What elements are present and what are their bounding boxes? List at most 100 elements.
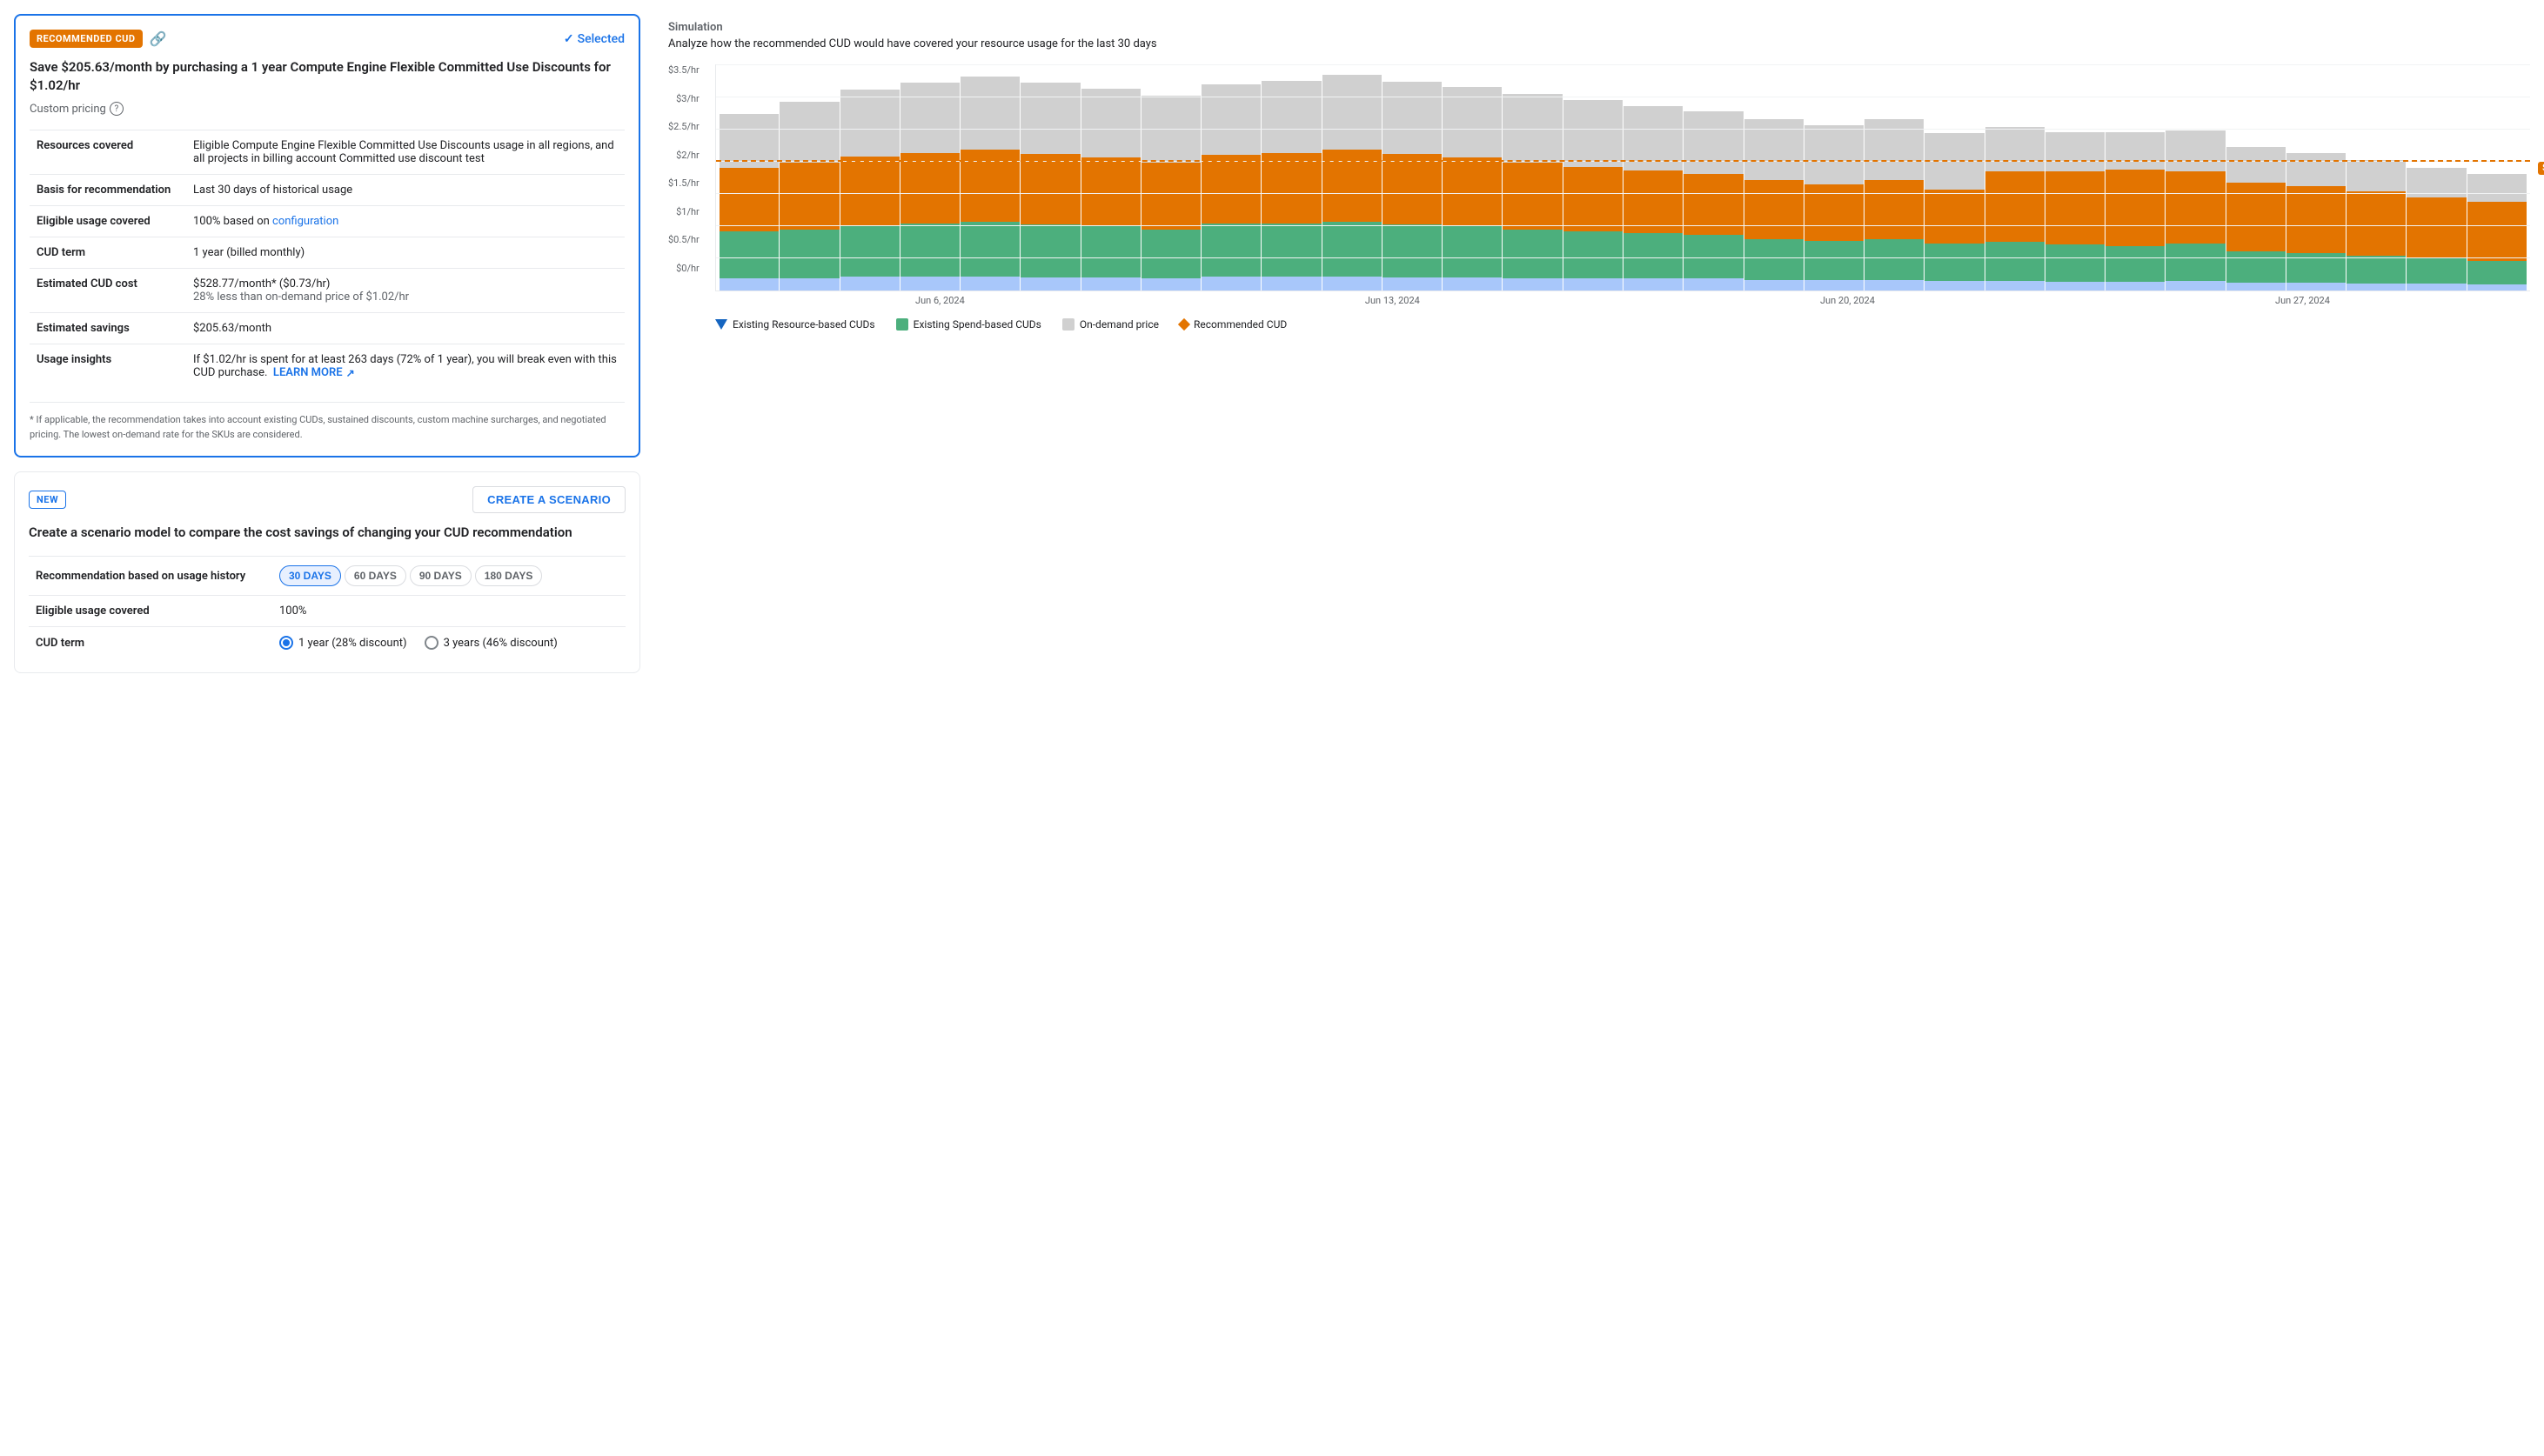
bar-blue [900,277,960,291]
bar-blue [2467,284,2527,291]
radio-3year[interactable]: 3 years (46% discount) [425,636,558,650]
bar-group [2105,132,2165,291]
custom-pricing: Custom pricing ? [30,102,625,116]
legend-color-green [896,318,908,331]
legend-diamond-icon [1178,318,1190,331]
create-scenario-button[interactable]: CREATE A SCENARIO [472,486,626,513]
bar-gray [1744,119,1804,180]
simulation-title: Simulation [668,21,2530,34]
scenario-header: NEW CREATE A SCENARIO [29,486,626,513]
bar-group [1382,82,1442,291]
help-icon[interactable]: ? [110,102,124,116]
day-tab-180[interactable]: 180 DAYS [475,565,543,586]
legend-triangle-icon [715,319,727,330]
y-label: $0.5/hr [668,234,700,245]
bar-blue [1081,277,1141,291]
left-panel: RECOMMENDED CUD 🔗 ✓ Selected Save $205.6… [14,14,640,1442]
bar-orange [961,150,1020,222]
legend-resource-cud: Existing Resource-based CUDs [715,318,875,331]
day-tab-30[interactable]: 30 DAYS [279,565,341,586]
radio-1year[interactable]: 1 year (28% discount) [279,636,407,650]
x-axis: Jun 6, 2024 Jun 13, 2024 Jun 20, 2024 Ju… [715,295,2530,306]
chart-price-label: $1.5/hr [2538,162,2544,175]
legend-ondemand: On-demand price [1062,318,1159,331]
bar-orange [2467,202,2527,261]
bar-green [1443,226,1502,277]
bar-gray [2347,160,2406,191]
day-tab-60[interactable]: 60 DAYS [345,565,406,586]
bar-gray [1623,106,1683,170]
checkmark-icon: ✓ [564,32,574,46]
bar-group [1985,127,2045,291]
y-axis: $3.5/hr $3/hr $2.5/hr $2/hr $1.5/hr $1/h… [668,64,705,274]
x-label: Jun 20, 2024 [1820,295,1875,306]
bar-orange [1322,150,1382,222]
row-label: Eligible usage covered [30,206,186,237]
bar-gray [1503,94,1562,163]
bar-green [1141,230,1201,278]
bar-group [1925,133,1984,291]
bar-group [1804,125,1864,291]
bar-blue [1985,281,2045,291]
bar-orange [2105,170,2165,246]
row-label: Basis for recommendation [30,175,186,206]
bar-orange [780,163,839,230]
y-label: $1/hr [676,206,700,217]
bar-orange [1503,163,1562,230]
bar-orange [1141,163,1201,230]
bar-group [840,90,900,291]
scenario-row-usage-history: Recommendation based on usage history 30… [29,557,626,596]
chart-area: $1.5/hr [715,64,2530,291]
bar-group [1141,96,1201,291]
bar-blue [1744,280,1804,291]
bar-group [1021,83,1080,291]
bar-gray [1262,81,1321,153]
bar-green [1804,241,1864,280]
bar-blue [2105,282,2165,291]
row-value: Last 30 days of historical usage [186,175,625,206]
bar-green [1021,224,1080,277]
bar-orange [1382,154,1442,224]
bar-orange [1623,170,1683,233]
legend-color-gray [1062,318,1075,331]
row-label: Usage insights [30,344,186,389]
recommendation-card: RECOMMENDED CUD 🔗 ✓ Selected Save $205.6… [14,14,640,458]
day-tab-90[interactable]: 90 DAYS [410,565,472,586]
bar-group [1864,119,1924,291]
bar-group [1443,87,1502,291]
bar-gray [1141,96,1201,163]
radio-circle-1year [279,636,293,650]
bar-orange [840,157,900,225]
bar-green [720,231,779,278]
configuration-link[interactable]: configuration [272,215,338,228]
row-label: Estimated CUD cost [30,269,186,313]
save-title: Save $205.63/month by purchasing a 1 yea… [30,58,625,95]
bar-group [1563,100,1623,291]
scenario-title: Create a scenario model to compare the c… [29,524,626,542]
bar-orange [1021,154,1080,224]
bar-blue [961,277,1020,291]
bar-gray [1804,125,1864,184]
bar-green [961,222,1020,277]
scenario-row-cud-term: CUD term 1 year (28% discount) 3 years (… [29,627,626,659]
learn-more-link[interactable]: LEARN MORE ↗ [273,366,355,379]
bar-green [900,224,960,277]
row-value: Eligible Compute Engine Flexible Committ… [186,130,625,175]
details-table: Resources covered Eligible Compute Engin… [30,130,625,388]
chart-container: $3.5/hr $3/hr $2.5/hr $2/hr $1.5/hr $1/h… [668,64,2530,331]
new-badge: NEW [29,491,66,509]
bar-blue [1563,278,1623,291]
bar-green [1684,235,1743,278]
bar-blue [1804,280,1864,291]
bar-orange [1684,174,1743,235]
bar-orange [1804,184,1864,241]
bar-gray [1081,89,1141,157]
bar-gray [2407,168,2466,197]
bar-green [1744,239,1804,280]
bar-orange [2045,171,2105,244]
bar-gray [900,83,960,153]
row-value: $528.77/month* ($0.73/hr) 28% less than … [186,269,625,313]
link-icon[interactable]: 🔗 [150,30,167,47]
bar-green [1563,231,1623,278]
bar-orange [720,168,779,231]
